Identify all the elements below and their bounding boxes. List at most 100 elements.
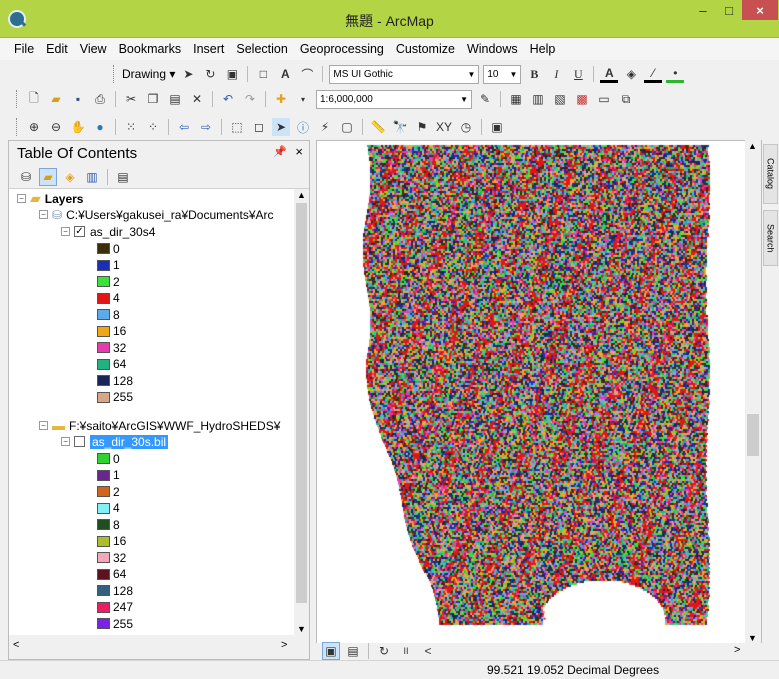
rectangle-icon[interactable]: □ <box>254 65 272 83</box>
layer1-legend-class[interactable]: 1 <box>97 258 120 273</box>
bold-button[interactable]: B <box>525 65 543 83</box>
layer2-legend-class[interactable]: 247 <box>97 600 133 615</box>
layer1-visibility-checkbox[interactable]: ✓ <box>74 226 85 237</box>
collapse-icon[interactable]: − <box>39 210 48 219</box>
map-vertical-scrollbar[interactable]: ▲ ▼ <box>745 140 761 645</box>
layer2-legend-class[interactable]: 2 <box>97 484 120 499</box>
color-swatch[interactable] <box>97 618 110 629</box>
layer2-legend-class[interactable]: 64 <box>97 567 126 582</box>
menu-bookmarks[interactable]: Bookmarks <box>113 42 188 56</box>
map-scale-select[interactable]: 1:6,000,000 ▼ <box>316 89 472 109</box>
color-swatch[interactable] <box>97 358 110 370</box>
layer1-legend-class[interactable]: 8 <box>97 307 120 322</box>
minimize-button[interactable]: – <box>690 0 716 20</box>
zoom-out-icon[interactable]: ⊖ <box>47 118 65 136</box>
refresh-icon[interactable]: ↻ <box>375 642 393 660</box>
color-swatch[interactable] <box>97 585 110 596</box>
layer2-legend-class[interactable]: 32 <box>97 550 126 565</box>
color-swatch[interactable] <box>97 391 110 403</box>
layer2-legend-class[interactable]: 255 <box>97 616 133 631</box>
color-swatch[interactable] <box>97 486 110 497</box>
toc-horizontal-scrollbar[interactable]: < > <box>9 635 309 659</box>
redo-icon[interactable]: ↷ <box>241 90 259 108</box>
layer1-source[interactable]: − ⛁ C:¥Users¥gakusei_ra¥Documents¥Arc <box>39 207 274 222</box>
collapse-icon[interactable]: − <box>61 437 70 446</box>
measure-icon[interactable]: 📏 <box>369 118 387 136</box>
layer2-legend-class[interactable]: 4 <box>97 501 120 516</box>
list-by-selection-icon[interactable]: ▥ <box>83 168 101 186</box>
color-swatch[interactable] <box>97 535 110 547</box>
search-window-icon[interactable]: ▧ <box>551 90 569 108</box>
color-swatch[interactable] <box>97 519 110 530</box>
menu-view[interactable]: View <box>74 42 113 56</box>
rotate-icon[interactable]: ↻ <box>201 65 219 83</box>
layers-root[interactable]: − ▰ Layers <box>17 190 83 206</box>
menu-edit[interactable]: Edit <box>40 42 74 56</box>
scroll-right-icon[interactable]: > <box>734 644 740 656</box>
go-to-xy-icon[interactable]: XY <box>435 118 453 136</box>
open-folder-icon[interactable]: ▰ <box>47 90 65 108</box>
catalog-tab[interactable]: Catalog <box>763 144 778 204</box>
catalog-window-icon[interactable]: ▥ <box>529 90 547 108</box>
select-elements-tool-icon[interactable]: ➤ <box>272 118 290 136</box>
save-icon[interactable]: ▪ <box>69 90 87 108</box>
cut-icon[interactable]: ✂ <box>122 90 140 108</box>
pan-icon[interactable]: ✋ <box>69 118 87 136</box>
search-tab[interactable]: Search <box>763 210 778 266</box>
modelbuilder-icon[interactable]: ⧉ <box>617 90 635 108</box>
python-window-icon[interactable]: ▭ <box>595 90 613 108</box>
font-size-select[interactable]: 10 ▼ <box>483 64 522 84</box>
scroll-up-icon[interactable]: ▲ <box>297 190 306 200</box>
layer1-legend-class[interactable]: 32 <box>97 340 126 355</box>
undo-icon[interactable]: ↶ <box>219 90 237 108</box>
collapse-icon[interactable]: − <box>39 421 48 430</box>
identify-icon[interactable]: ⓘ <box>294 118 312 136</box>
maximize-button[interactable]: □ <box>716 0 742 20</box>
color-swatch[interactable] <box>97 309 110 320</box>
full-extent-icon[interactable]: ● <box>91 118 109 136</box>
hyperlink-icon[interactable]: ⚡ <box>316 118 334 136</box>
zoom-in-icon[interactable]: ⊕ <box>25 118 43 136</box>
scroll-left-icon[interactable]: < <box>419 642 437 660</box>
scroll-right-icon[interactable]: > <box>281 639 287 651</box>
fill-color-icon[interactable]: ◈ <box>622 65 640 83</box>
collapse-icon[interactable]: − <box>17 194 26 203</box>
layer1-item[interactable]: − ✓ as_dir_30s4 <box>61 224 155 239</box>
new-text-icon[interactable]: A <box>276 65 294 83</box>
layer2-legend-class[interactable]: 8 <box>97 517 120 532</box>
editor-toolbar-icon[interactable]: ✎ <box>476 90 494 108</box>
clear-selection-icon[interactable]: ◻ <box>250 118 268 136</box>
layer2-legend-class[interactable]: 128 <box>97 583 133 598</box>
toc-vertical-scrollbar[interactable]: ▲ ▼ <box>294 189 309 635</box>
layer1-legend-class[interactable]: 255 <box>97 390 133 405</box>
close-button[interactable]: × <box>742 0 778 20</box>
layout-view-icon[interactable]: ▤ <box>344 642 362 660</box>
map-view[interactable] <box>316 140 762 644</box>
line-color-icon[interactable]: ⁄ <box>644 65 663 83</box>
layer1-legend-class[interactable]: 0 <box>97 241 120 256</box>
select-elements-icon[interactable]: ➤ <box>179 65 197 83</box>
toolbar-grip[interactable] <box>113 65 116 83</box>
list-by-drawing-order-icon[interactable]: ⛁ <box>17 168 35 186</box>
menu-geoprocessing[interactable]: Geoprocessing <box>294 42 390 56</box>
layer2-item[interactable]: − as_dir_30s.bil <box>61 434 169 449</box>
scroll-down-icon[interactable]: ▼ <box>297 624 306 634</box>
print-icon[interactable]: ⎙ <box>91 90 109 108</box>
layer1-legend-class[interactable]: 4 <box>97 291 120 306</box>
layer1-legend-class[interactable]: 2 <box>97 274 120 289</box>
menu-insert[interactable]: Insert <box>187 42 230 56</box>
menu-help[interactable]: Help <box>524 42 562 56</box>
fixed-zoom-out-icon[interactable]: ⁘ <box>144 118 162 136</box>
add-data-icon[interactable]: ✚ <box>272 90 290 108</box>
scroll-left-icon[interactable]: < <box>13 639 19 651</box>
font-name-select[interactable]: MS UI Gothic ▼ <box>329 64 480 84</box>
menu-file[interactable]: File <box>8 42 40 56</box>
layer2-legend-class[interactable]: 1 <box>97 468 120 483</box>
spline-icon[interactable]: ⌒ <box>298 65 316 83</box>
back-extent-icon[interactable]: ⇦ <box>175 118 193 136</box>
color-swatch[interactable] <box>97 552 110 563</box>
forward-extent-icon[interactable]: ⇨ <box>197 118 215 136</box>
toc-close-button[interactable]: × <box>295 144 303 159</box>
fixed-zoom-in-icon[interactable]: ⁙ <box>122 118 140 136</box>
color-swatch[interactable] <box>97 325 110 337</box>
